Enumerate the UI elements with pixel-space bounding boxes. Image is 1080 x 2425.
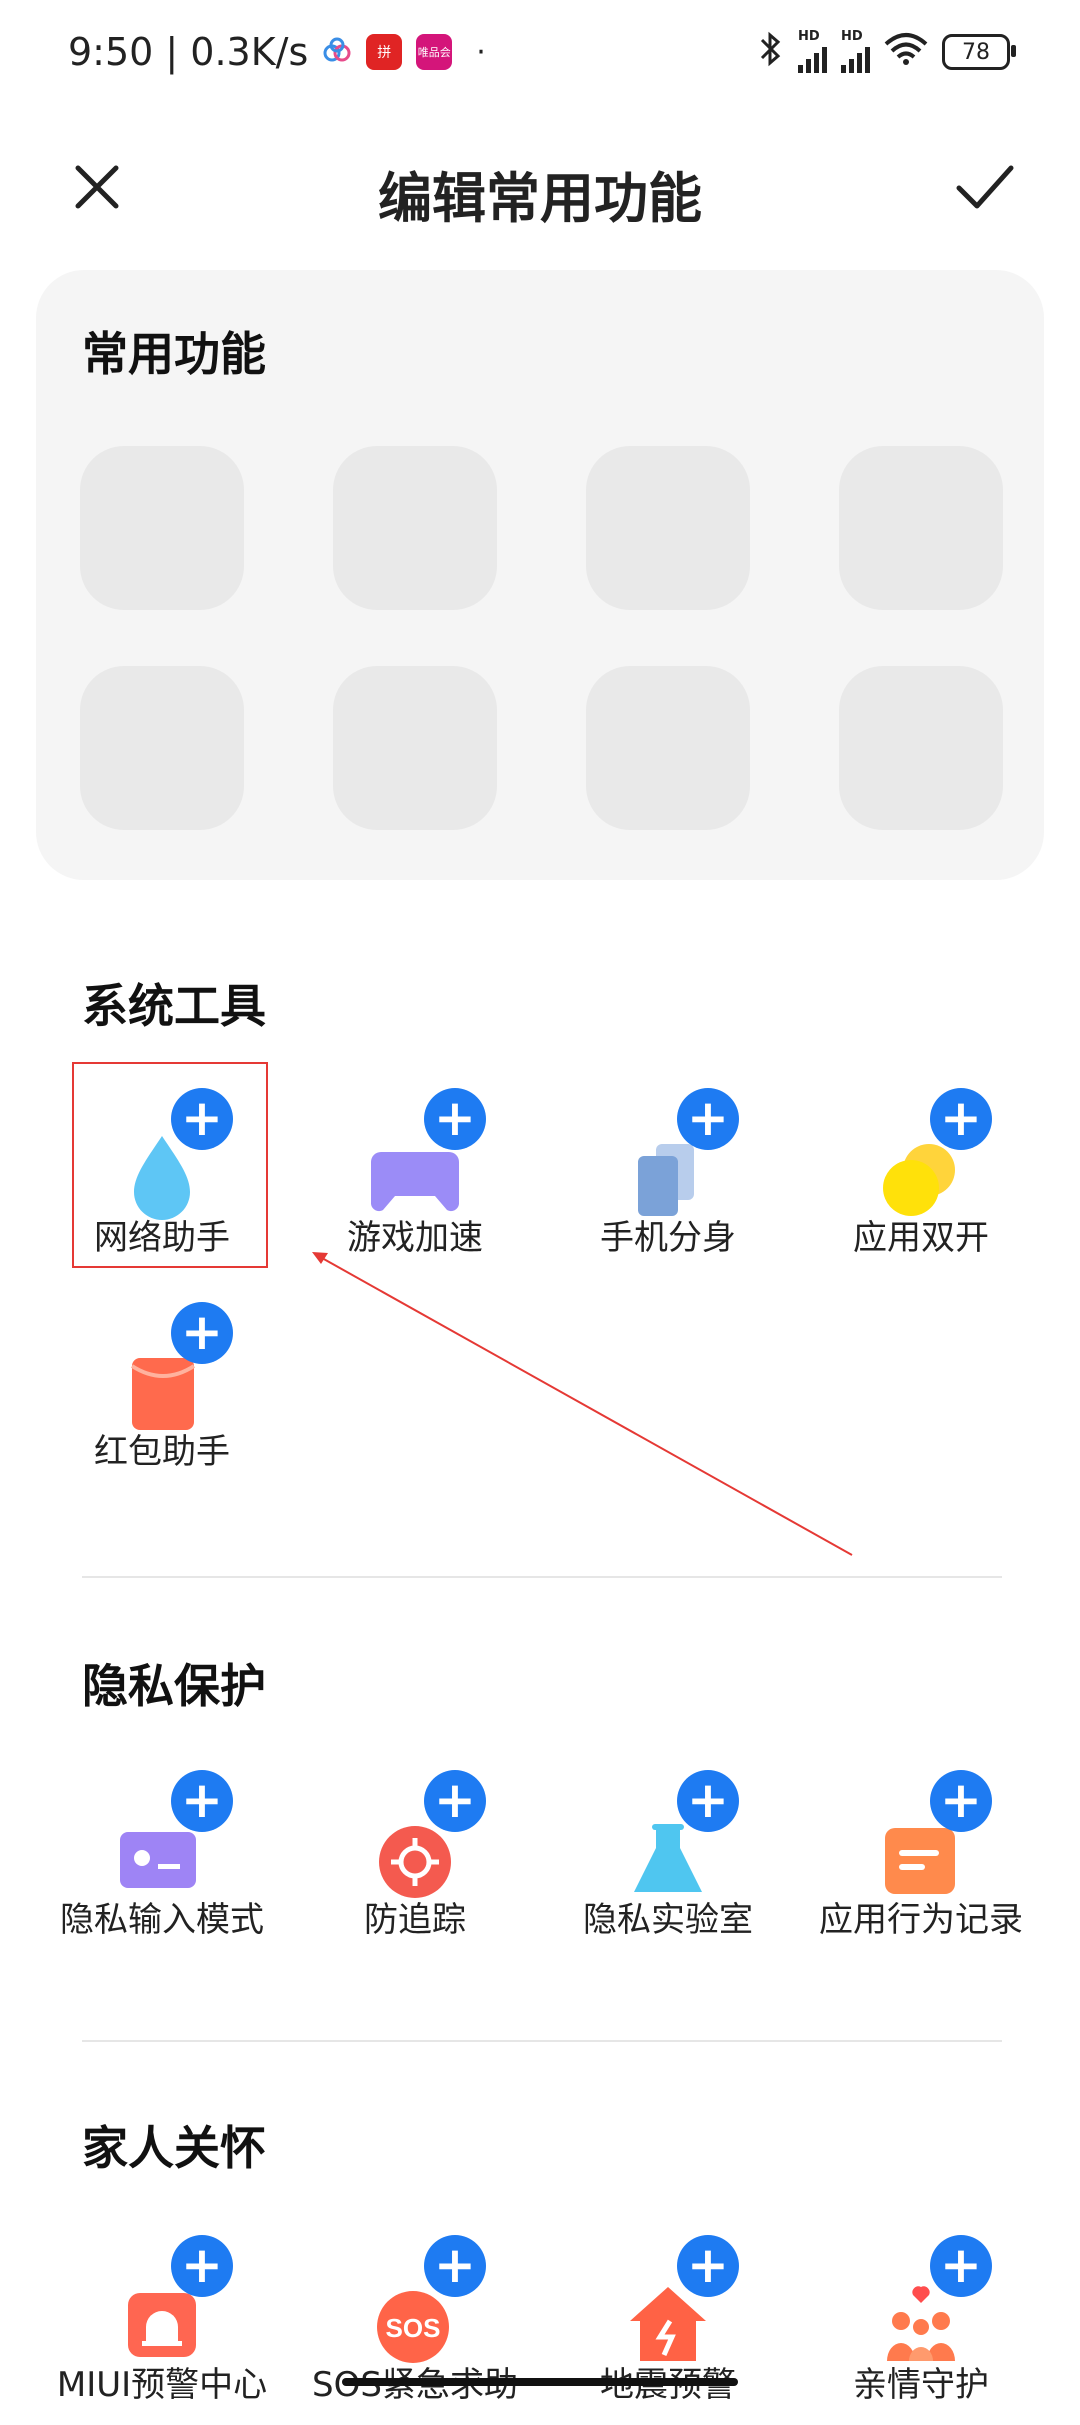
section-title-privacy: 隐私保护	[82, 1659, 266, 1713]
tool-private-input[interactable]: + 隐私输入模式	[47, 1770, 277, 1960]
add-button[interactable]: +	[930, 2235, 992, 2297]
add-button[interactable]: +	[930, 1770, 992, 1832]
tool-earthquake-alert[interactable]: + 地震预警	[553, 2235, 783, 2425]
add-button[interactable]: +	[424, 1770, 486, 1832]
tool-sos[interactable]: SOS + SOS紧急求助	[300, 2235, 530, 2425]
tool-app-behavior[interactable]: + 应用行为记录	[806, 1770, 1036, 1960]
tool-miui-alert-center[interactable]: + MIUI预警中心	[47, 2235, 277, 2425]
add-button[interactable]: +	[677, 2235, 739, 2297]
tool-label: 亲情守护	[853, 2365, 989, 2405]
tool-family-guard[interactable]: + 亲情守护	[806, 2235, 1036, 2425]
add-button[interactable]: +	[677, 1770, 739, 1832]
divider	[82, 2040, 1002, 2042]
add-button[interactable]: +	[171, 1770, 233, 1832]
tool-anti-tracking[interactable]: + 防追踪	[300, 1770, 530, 1960]
tool-label: 应用行为记录	[819, 1900, 1023, 1940]
home-indicator[interactable]	[342, 2378, 738, 2386]
section-title-family: 家人关怀	[82, 2121, 266, 2175]
divider	[82, 1576, 1002, 1578]
add-button[interactable]: +	[171, 2235, 233, 2297]
tool-privacy-lab[interactable]: + 隐私实验室	[553, 1770, 783, 1960]
sos-text: SOS	[386, 2313, 441, 2343]
add-button[interactable]: +	[424, 2235, 486, 2297]
